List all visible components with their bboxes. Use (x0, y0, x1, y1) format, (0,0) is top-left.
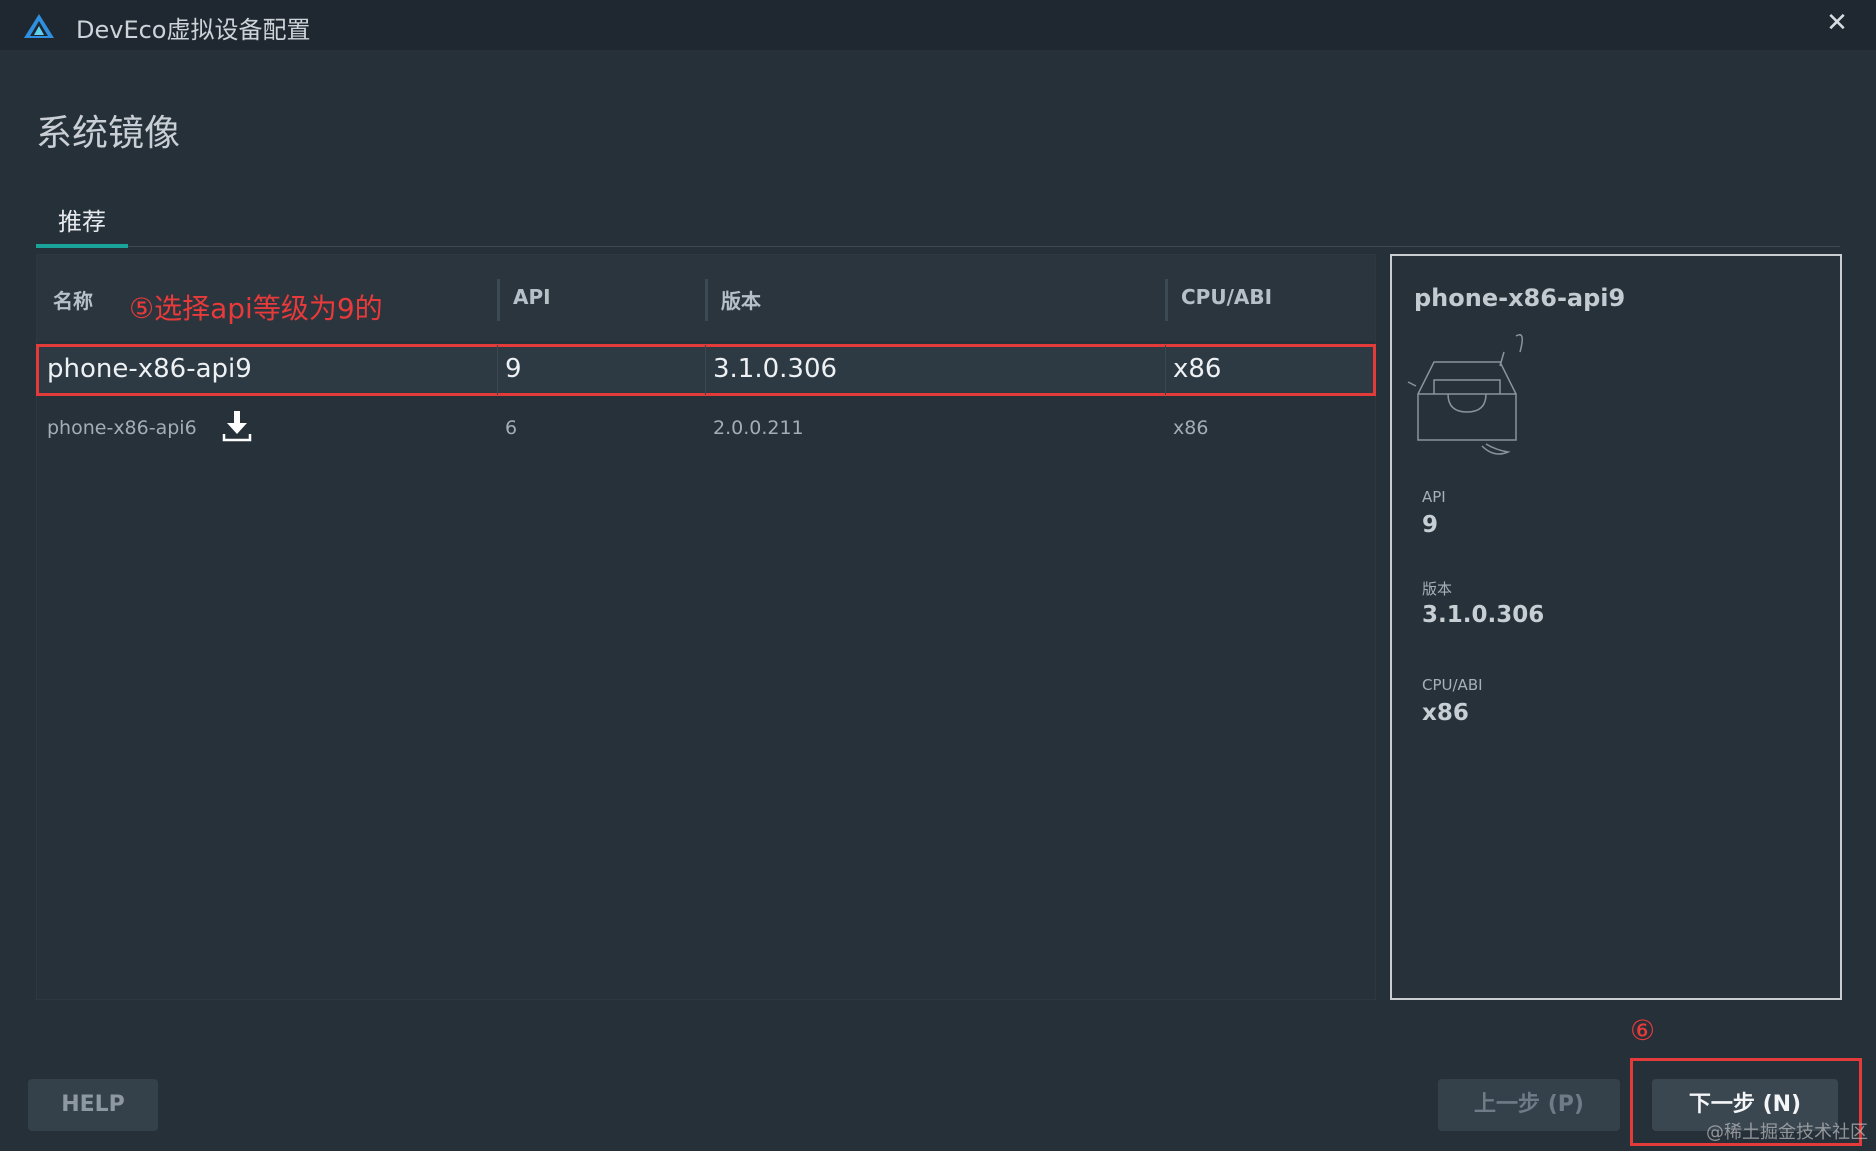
cell-separator (497, 345, 498, 395)
tab-active-indicator (36, 244, 128, 248)
column-separator[interactable] (705, 279, 708, 321)
column-header-api[interactable]: API (513, 285, 551, 309)
system-image-table: 名称 API 版本 CPU/ABI ⑤选择api等级为9的 phone-x86-… (36, 254, 1376, 1000)
table-header: 名称 API 版本 CPU/ABI ⑤选择api等级为9的 (37, 255, 1375, 341)
row-api: 9 (505, 354, 522, 384)
column-separator[interactable] (1165, 279, 1168, 321)
image-detail-panel: phone-x86-api9 API 9 版本 3.1.0.306 CPU/AB… (1390, 254, 1842, 1000)
tabs-divider (36, 246, 1840, 247)
detail-cpu-label: CPU/ABI (1422, 676, 1483, 694)
close-button[interactable]: ✕ (1820, 6, 1854, 40)
tab-recommended[interactable]: 推荐 (36, 204, 128, 248)
column-header-cpu[interactable]: CPU/ABI (1181, 285, 1272, 309)
help-button[interactable]: HELP (28, 1079, 158, 1131)
column-header-version[interactable]: 版本 (721, 285, 761, 314)
detail-version-value: 3.1.0.306 (1422, 602, 1545, 628)
annotation-step6: ⑥ (1630, 1014, 1656, 1047)
detail-title: phone-x86-api9 (1414, 284, 1626, 312)
annotation-step5: ⑤选择api等级为9的 (129, 292, 383, 325)
row-cpu: x86 (1173, 354, 1222, 384)
cell-separator (1165, 345, 1166, 395)
column-header-name[interactable]: 名称 (53, 285, 93, 314)
row-name: phone-x86-api6 (47, 417, 197, 439)
column-separator[interactable] (497, 279, 500, 321)
page-title: 系统镜像 (36, 113, 181, 154)
detail-cpu-value: x86 (1422, 700, 1469, 726)
cell-separator (705, 345, 706, 395)
table-row[interactable]: phone-x86-api6 6 2.0.0.211 x86 (37, 403, 1375, 455)
watermark: @稀土掘金技术社区 (1706, 1122, 1868, 1143)
row-version: 2.0.0.211 (713, 417, 804, 439)
window-title: DevEco虚拟设备配置 (76, 16, 311, 44)
title-bar: DevEco虚拟设备配置 ✕ (0, 0, 1876, 50)
table-row-selected[interactable]: phone-x86-api9 9 3.1.0.306 x86 (36, 344, 1376, 396)
row-cpu: x86 (1173, 417, 1209, 439)
row-version: 3.1.0.306 (713, 354, 838, 384)
tab-label: 推荐 (58, 208, 106, 236)
download-icon[interactable] (221, 409, 253, 443)
detail-api-label: API (1422, 488, 1446, 506)
deveco-logo-icon (24, 14, 54, 38)
row-name: phone-x86-api9 (47, 354, 252, 384)
detail-version-label: 版本 (1422, 580, 1453, 598)
empty-box-illustration-icon (1407, 334, 1523, 455)
detail-api-value: 9 (1422, 512, 1439, 538)
previous-button[interactable]: 上一步 (P) (1438, 1079, 1620, 1131)
row-api: 6 (505, 417, 518, 439)
